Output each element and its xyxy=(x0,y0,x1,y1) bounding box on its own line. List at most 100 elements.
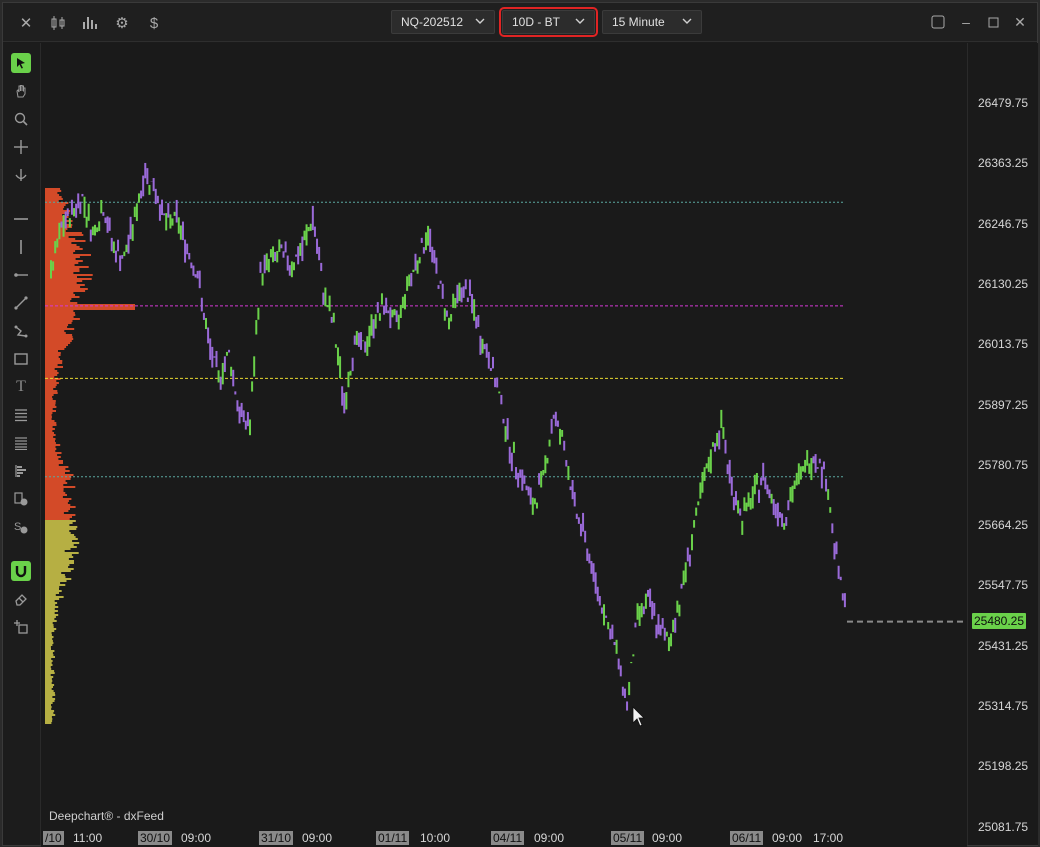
minimize-icon[interactable]: – xyxy=(956,12,976,32)
close-window-icon[interactable]: ✕ xyxy=(1010,12,1030,32)
chevron-down-icon xyxy=(475,16,485,26)
svg-text:S: S xyxy=(14,521,21,533)
volume-profile-bar xyxy=(45,278,92,280)
volume-profile-bar xyxy=(45,546,77,548)
volume-profile-bar xyxy=(45,344,68,346)
volume-profile-bar xyxy=(45,384,57,386)
volume-profile-bar xyxy=(45,642,54,644)
volume-profile-bar xyxy=(45,314,76,316)
range-dropdown[interactable]: 10D - BT xyxy=(499,7,598,37)
volume-profile-bar xyxy=(45,190,62,192)
volume-profile-bar xyxy=(45,598,60,600)
volume-profile-bar xyxy=(45,652,53,654)
dollar-icon[interactable]: $ xyxy=(143,12,165,34)
interval-dropdown[interactable]: 15 Minute xyxy=(602,10,702,34)
volume-profile-bar xyxy=(45,622,53,624)
volume-profile-bar xyxy=(45,468,66,470)
volume-profile-bar xyxy=(45,240,86,242)
volume-profile-bar xyxy=(45,418,52,420)
anchor-icon[interactable] xyxy=(11,165,31,185)
volume-profile-bar xyxy=(45,688,52,690)
volume-profile-bar xyxy=(45,722,52,724)
close-icon[interactable]: ✕ xyxy=(15,12,37,34)
volume-profile-bar xyxy=(45,540,73,542)
crosshair-icon[interactable] xyxy=(11,137,31,157)
chevron-down-icon xyxy=(575,16,585,26)
volume-profile-bar xyxy=(45,636,54,638)
hand-icon[interactable] xyxy=(11,81,31,101)
volume-profile-bar xyxy=(45,348,65,350)
cursor-icon[interactable] xyxy=(11,53,31,73)
time-axis-date: 30/10 xyxy=(138,831,173,845)
maximize-icon[interactable] xyxy=(983,12,1003,32)
trend-line-icon[interactable] xyxy=(11,293,31,313)
volume-profile-bar xyxy=(45,326,68,328)
volume-profile-bar xyxy=(45,604,56,606)
volume-profile-bar xyxy=(45,490,64,492)
volume-profile-bar xyxy=(45,710,55,712)
vertical-line-icon[interactable] xyxy=(11,237,31,257)
volume-profile-bar xyxy=(45,532,71,534)
volume-profile-bar xyxy=(45,570,71,572)
volume-profile-bar xyxy=(45,704,51,706)
volume-profile-bar xyxy=(45,446,56,448)
path-icon[interactable] xyxy=(11,321,31,341)
volume-profile-bar xyxy=(45,444,61,446)
zoom-icon[interactable] xyxy=(11,109,31,129)
volume-profile-bar xyxy=(45,648,51,650)
price-chart[interactable]: Deepchart® - dxFeed xyxy=(41,43,967,828)
volume-profile-bar xyxy=(45,662,52,664)
volume-profile-icon[interactable] xyxy=(11,461,31,481)
price-axis[interactable]: 26479.75 26363.25 26246.75 26130.25 26013.75… xyxy=(967,43,1038,845)
volume-profile-bar xyxy=(45,716,52,718)
volume-profile-bar xyxy=(45,484,64,486)
horizontal-line-icon[interactable] xyxy=(11,209,31,229)
volume-profile-bar xyxy=(45,338,74,340)
clone-icon[interactable] xyxy=(11,617,31,637)
price-axis-label: 25547.75 xyxy=(978,578,1029,593)
order-icon[interactable] xyxy=(11,489,31,509)
settings-icon[interactable]: ⚙ xyxy=(111,12,133,34)
volume-profile-bar xyxy=(45,632,52,634)
volume-profile-bar xyxy=(45,610,58,612)
fib-icon[interactable] xyxy=(11,405,31,425)
time-axis[interactable]: /10 11:00 30/10 09:00 31/10 09:00 01/11 10:00 04… xyxy=(41,828,967,847)
volume-profile-bar xyxy=(45,552,79,554)
settlement-icon[interactable]: S xyxy=(11,517,31,537)
volume-profile-bar xyxy=(45,682,52,684)
volume-profile-bar xyxy=(45,612,55,614)
symbol-dropdown[interactable]: NQ-202512 xyxy=(391,10,495,34)
bars-icon[interactable] xyxy=(79,12,101,34)
volume-profile-bar xyxy=(45,640,53,642)
magnet-icon[interactable] xyxy=(11,561,31,581)
volume-profile-bar xyxy=(45,262,79,264)
volume-profile-bar xyxy=(45,712,54,714)
volume-profile-bar xyxy=(45,196,62,198)
price-axis-label: 26013.75 xyxy=(978,337,1029,352)
volume-profile-bar xyxy=(45,616,56,618)
volume-profile-bar xyxy=(45,462,63,464)
chart-canvas[interactable] xyxy=(41,43,967,828)
volume-profile-bar xyxy=(45,394,54,396)
ray-icon[interactable] xyxy=(11,265,31,285)
rectangle-icon[interactable] xyxy=(11,349,31,369)
volume-profile-bar xyxy=(45,464,59,466)
price-axis-label: 26130.25 xyxy=(978,276,1029,291)
time-axis-time: 09:00 xyxy=(181,831,212,845)
volume-profile-bar xyxy=(45,556,74,558)
volume-profile-bar xyxy=(45,194,60,196)
candles-icon[interactable] xyxy=(47,12,69,34)
text-icon[interactable]: T xyxy=(11,377,31,397)
restore-icon[interactable] xyxy=(928,12,948,32)
volume-profile-bar xyxy=(45,590,62,592)
time-axis-time: 10:00 xyxy=(420,831,451,845)
volume-profile-bar xyxy=(45,522,73,524)
eraser-icon[interactable] xyxy=(11,589,31,609)
volume-profile-bar xyxy=(45,408,53,410)
volume-profile-bar xyxy=(45,290,86,292)
time-axis-date: /10 xyxy=(43,831,64,845)
levels-icon[interactable] xyxy=(11,433,31,453)
volume-profile-bar xyxy=(45,430,53,432)
volume-profile-bar xyxy=(45,500,69,502)
volume-profile-bar xyxy=(45,342,71,344)
